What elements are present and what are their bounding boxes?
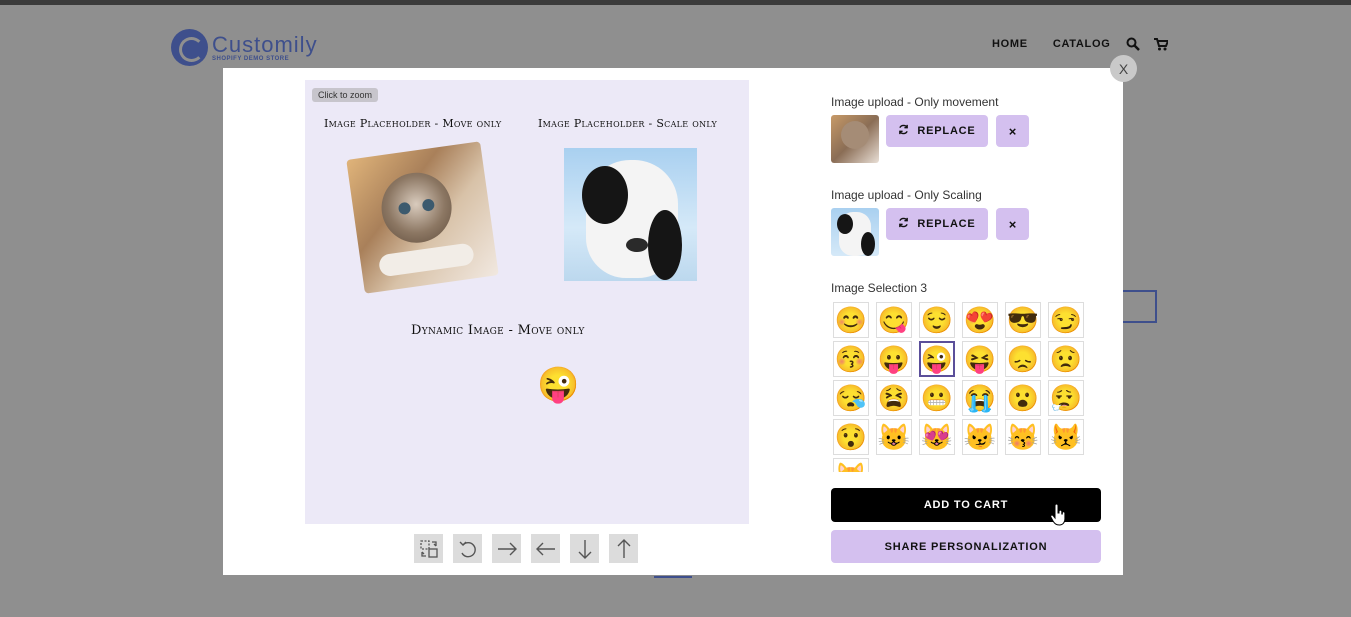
cat-eye (397, 201, 412, 216)
cat-image[interactable] (346, 141, 499, 294)
background-input-edge (1120, 290, 1157, 323)
emoji-option[interactable]: 😝 (962, 341, 998, 377)
emoji-option[interactable]: 😜 (919, 341, 955, 377)
remove-scale-button[interactable]: × (996, 208, 1029, 240)
close-button[interactable]: X (1110, 55, 1137, 82)
emoji-option[interactable]: 😭 (962, 380, 998, 416)
thumb-cow-spot (837, 214, 853, 234)
nav-item-home[interactable]: HOME (992, 38, 1028, 50)
store-logo[interactable]: Customily SHOPIFY DEMO STORE (171, 29, 318, 66)
cow-spot (582, 166, 628, 224)
cow-nose (626, 238, 648, 252)
emoji-option[interactable]: 😮‍💨 (1048, 380, 1084, 416)
cat-paws-shape (377, 242, 476, 278)
search-icon[interactable] (1126, 37, 1140, 56)
placeholder-title-move: Image Placeholder - Move only (324, 117, 502, 130)
preview-canvas[interactable]: Click to zoom Image Placeholder - Move o… (305, 80, 749, 524)
logo-name: Customily (212, 31, 318, 57)
emoji-option[interactable]: 😟 (1048, 341, 1084, 377)
thumb-cow-spot (861, 232, 875, 256)
replace-scale-label: REPLACE (917, 218, 976, 230)
canvas-toolbar (414, 534, 638, 563)
emoji-option[interactable]: 😪 (833, 380, 869, 416)
main-nav: HOME CATALOG (992, 38, 1110, 50)
emoji-option[interactable]: 😚 (833, 341, 869, 377)
top-bar (0, 0, 1351, 5)
replace-move-button[interactable]: REPLACE (886, 115, 988, 147)
emoji-option[interactable]: 😯 (833, 419, 869, 455)
emoji-option[interactable]: 😺 (876, 419, 912, 455)
emoji-option[interactable]: 😎 (1005, 302, 1041, 338)
emoji-option[interactable]: 😽 (1005, 419, 1041, 455)
dynamic-emoji[interactable]: 😜 (537, 368, 579, 402)
replace-scale-button[interactable]: REPLACE (886, 208, 988, 240)
hand-cursor-icon (1050, 503, 1066, 531)
arrow-right-icon[interactable] (492, 534, 521, 563)
rotate-ccw-icon[interactable] (453, 534, 482, 563)
emoji-option[interactable]: 😊 (833, 302, 869, 338)
emoji-option[interactable]: 😼 (962, 419, 998, 455)
arrow-down-icon[interactable] (570, 534, 599, 563)
placeholder-title-scale: Image Placeholder - Scale only (538, 117, 718, 130)
emoji-option[interactable]: 😾 (1048, 419, 1084, 455)
thumb-cat-face (841, 121, 869, 149)
zoom-badge[interactable]: Click to zoom (312, 88, 379, 102)
background-link-underline (654, 576, 692, 578)
refresh-icon (898, 124, 909, 138)
emoji-option[interactable]: 😋 (876, 302, 912, 338)
upload-scale-label: Image upload - Only Scaling (831, 188, 982, 202)
replace-move-label: REPLACE (917, 125, 976, 137)
emoji-option[interactable]: 😻 (919, 419, 955, 455)
emoji-option[interactable]: 😏 (1048, 302, 1084, 338)
image-selection-label: Image Selection 3 (831, 281, 928, 295)
cart-icon[interactable] (1154, 37, 1170, 56)
header-icons (1126, 37, 1170, 56)
cow-image[interactable] (564, 148, 697, 281)
upload-scale-thumbnail (831, 208, 879, 256)
cat-eye (421, 198, 436, 212)
cat-face-shape (377, 168, 457, 248)
cow-spot (648, 210, 682, 280)
arrow-up-icon[interactable] (609, 534, 638, 563)
logo-mark-icon (171, 29, 208, 66)
nav-item-catalog[interactable]: CATALOG (1053, 38, 1111, 50)
emoji-option[interactable]: 😬 (919, 380, 955, 416)
remove-move-button[interactable]: × (996, 115, 1029, 147)
emoji-option[interactable]: 😞 (1005, 341, 1041, 377)
logo-subtitle: SHOPIFY DEMO STORE (212, 55, 290, 62)
emoji-option[interactable]: 😮 (1005, 380, 1041, 416)
upload-move-thumbnail (831, 115, 879, 163)
emoji-option[interactable]: 😍 (962, 302, 998, 338)
dynamic-image-title: Dynamic Image - Move only (411, 323, 585, 338)
emoji-option[interactable]: 😫 (876, 380, 912, 416)
emoji-option[interactable]: 😌 (919, 302, 955, 338)
share-personalization-button[interactable]: SHARE PERSONALIZATION (831, 530, 1101, 563)
refresh-icon (898, 217, 909, 231)
arrow-left-icon[interactable] (531, 534, 560, 563)
emoji-option[interactable]: 😛 (876, 341, 912, 377)
swap-icon[interactable] (414, 534, 443, 563)
upload-move-label: Image upload - Only movement (831, 95, 999, 109)
cow-head-shape (582, 160, 682, 280)
emoji-option[interactable]: 😸 (833, 458, 869, 472)
emoji-selection-grid: 😊😋😌😍😎😏 😚😛😜😝😞😟 😪😫😬😭😮😮‍💨 😯😺😻😼😽😾 😸 (833, 302, 1093, 472)
